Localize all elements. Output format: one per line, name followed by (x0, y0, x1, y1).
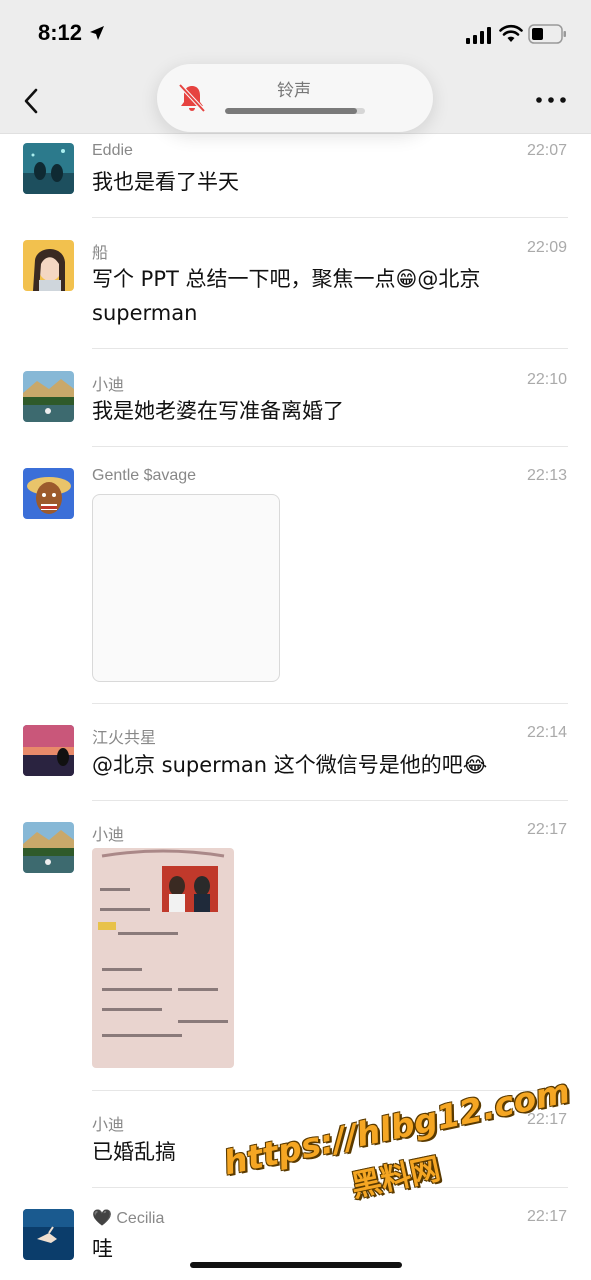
avatar-image (23, 822, 74, 873)
status-bar: 8:12 (0, 0, 591, 70)
cellular-signal-icon (466, 27, 491, 44)
sender-name: 船 (92, 245, 109, 262)
avatar-image (23, 240, 74, 291)
message-time: 22:13 (526, 467, 567, 484)
sender-name: 小迪 (92, 1117, 125, 1134)
message-text: 我也是看了半天 (92, 170, 239, 194)
message-divider (92, 217, 568, 218)
avatar[interactable] (23, 725, 74, 776)
avatar[interactable] (23, 371, 74, 422)
ringer-volume-hud: 铃声 (157, 64, 433, 132)
ringer-volume-fill (225, 108, 357, 114)
photo-message[interactable] (92, 848, 234, 1068)
avatar[interactable] (23, 240, 74, 291)
location-arrow-icon (90, 26, 104, 40)
message-divider (92, 703, 568, 704)
avatar[interactable] (23, 468, 74, 519)
message-time: 22:17 (526, 821, 567, 838)
certificate-photo (92, 848, 234, 1068)
more-options-icon[interactable] (534, 90, 568, 110)
message-text: 我是她老婆在写准备离婚了 (92, 399, 344, 423)
avatar-image (23, 1209, 74, 1260)
avatar-image (23, 371, 74, 422)
status-time: 8:12 (38, 20, 83, 45)
watermark: https://hlbg12.com 黑料网 (220, 1071, 573, 1252)
message-time: 22:09 (526, 239, 567, 256)
back-arrow-icon[interactable] (18, 86, 46, 116)
avatar-image (23, 468, 74, 519)
home-indicator[interactable] (190, 1262, 402, 1268)
message-time: 22:10 (526, 371, 567, 388)
message-time: 22:17 (526, 1208, 567, 1225)
avatar-image (23, 143, 74, 194)
avatar[interactable] (23, 143, 74, 194)
avatar[interactable] (23, 822, 74, 873)
message-time: 22:14 (526, 724, 567, 741)
wifi-icon (499, 24, 523, 42)
message-text: 写个 PPT 总结一下吧，聚焦一点😁@北京 superman (92, 262, 532, 330)
sender-name: 小迪 (92, 827, 125, 844)
muted-bell-icon (178, 83, 206, 113)
sender-name: Gentle $avage (92, 467, 197, 484)
message-time: 22:07 (526, 142, 567, 159)
message-text: @北京 superman 这个微信号是他的吧😂 (92, 753, 488, 777)
message-divider (92, 446, 568, 447)
message-divider (92, 348, 568, 349)
image-placeholder[interactable] (92, 494, 280, 682)
ringer-volume-bar (225, 108, 365, 114)
sender-name: 江火共星 (92, 730, 157, 747)
sender-name: Eddie (92, 142, 133, 159)
avatar[interactable] (23, 1209, 74, 1260)
ringer-label: 铃声 (277, 81, 311, 101)
battery-icon (528, 24, 566, 44)
sender-name: 小迪 (92, 377, 125, 394)
sender-name: 🖤 Cecilia (92, 1210, 165, 1227)
message-divider (92, 800, 568, 801)
message-text-line: 写个 PPT 总结一下吧，聚焦一点😁@北京 (92, 267, 481, 291)
avatar-image (23, 725, 74, 776)
message-text-line: superman (92, 301, 198, 325)
